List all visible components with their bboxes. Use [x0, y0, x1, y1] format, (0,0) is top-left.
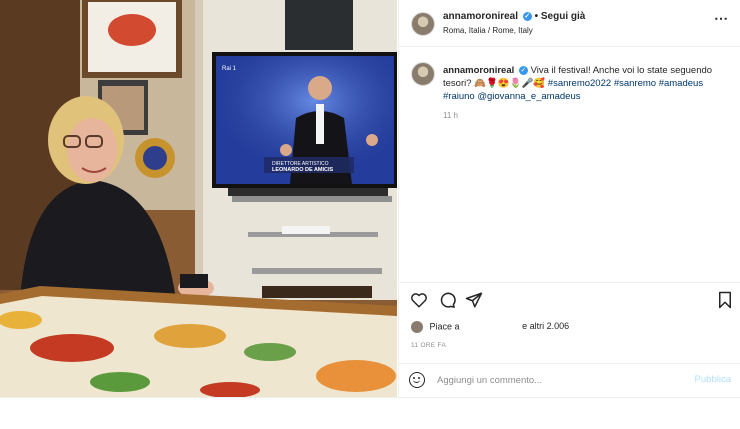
caption-emojis: 🙈🌹😍🌷🎤🥰 — [474, 78, 546, 89]
emoji-icon[interactable] — [409, 372, 425, 388]
verified-badge-icon: ✓ — [518, 65, 528, 75]
caption-time: 11 h — [443, 111, 458, 120]
hashtag-link[interactable]: #amadeus — [659, 78, 703, 89]
likes-summary: Piace a e altri 2.006 — [411, 321, 569, 333]
bookmark-icon[interactable] — [716, 291, 734, 309]
tv-logo: Rai 1 — [222, 66, 237, 72]
hashtag-link[interactable]: #raiuno — [443, 91, 475, 102]
author-avatar[interactable] — [411, 12, 435, 36]
comment-input[interactable] — [437, 372, 677, 388]
instagram-post: DIRETTORE ARTISTICO LEONARDO DE AMICIS R… — [0, 0, 740, 398]
post-header: annamoronireal ✓ • Segui già Roma, Itali… — [399, 0, 740, 47]
comment-bar: Pubblica — [399, 363, 740, 398]
mention-link[interactable]: @giovanna_e_amadeus — [477, 91, 580, 102]
tv-banner-line2: LEONARDO DE AMICIS — [272, 167, 334, 173]
likes-count-link[interactable]: e altri 2.006 — [522, 321, 569, 331]
share-icon[interactable] — [465, 291, 483, 309]
follow-status-button[interactable]: Segui già — [541, 11, 585, 22]
caption-avatar[interactable] — [411, 62, 435, 86]
verified-badge-icon: ✓ — [522, 11, 532, 21]
post-photo-illustration: DIRETTORE ARTISTICO LEONARDO DE AMICIS R… — [0, 0, 397, 397]
heart-icon[interactable] — [410, 291, 428, 309]
post-side-panel: annamoronireal ✓ • Segui già Roma, Itali… — [398, 0, 740, 397]
post-timestamp: 11 ORE FA — [411, 342, 447, 349]
comment-icon[interactable] — [438, 291, 456, 309]
caption-username[interactable]: annamoronireal — [443, 65, 514, 76]
author-line: annamoronireal ✓ • Segui già — [443, 11, 585, 22]
likes-prefix: Piace a — [429, 321, 460, 332]
liker-avatar[interactable] — [411, 321, 423, 333]
post-caption: annamoronireal ✓ Viva il festival! Anche… — [443, 64, 723, 103]
publish-button[interactable]: Pubblica — [695, 374, 731, 385]
hashtag-link[interactable]: #sanremo — [614, 78, 656, 89]
post-photo[interactable]: DIRETTORE ARTISTICO LEONARDO DE AMICIS R… — [0, 0, 397, 397]
post-actions — [399, 282, 740, 317]
post-location[interactable]: Roma, Italia / Rome, Italy — [443, 26, 533, 35]
hashtag-link[interactable]: #sanremo2022 — [548, 78, 611, 89]
author-username[interactable]: annamoronireal — [443, 11, 518, 22]
more-options-icon[interactable]: ⋯ — [714, 10, 729, 27]
